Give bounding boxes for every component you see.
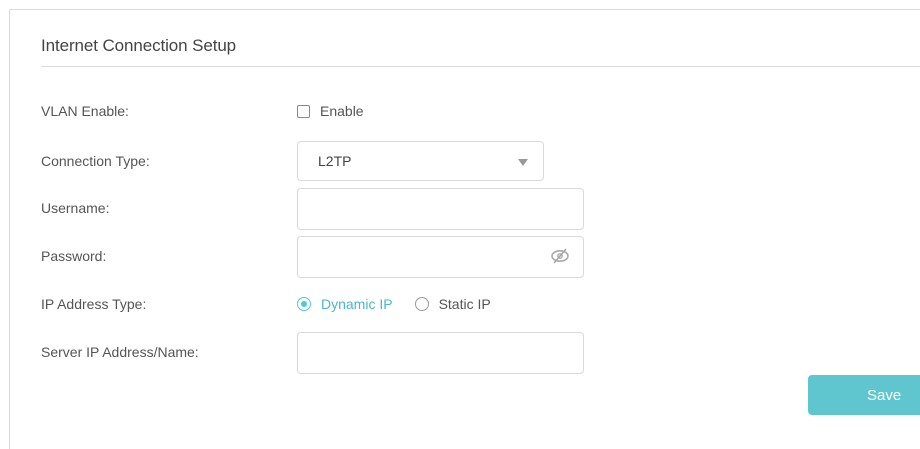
password-input[interactable] (297, 236, 584, 278)
connection-type-value: L2TP (318, 153, 352, 169)
ip-address-type-label: IP Address Type: (41, 296, 147, 312)
chevron-down-icon (518, 159, 528, 166)
server-address-label: Server IP Address/Name: (41, 344, 199, 360)
eye-slash-icon[interactable] (550, 248, 570, 264)
dynamic-ip-radio[interactable] (297, 297, 311, 311)
static-ip-label[interactable]: Static IP (439, 296, 491, 312)
section-title: Internet Connection Setup (41, 36, 237, 55)
vlan-enable-checkbox[interactable] (297, 104, 310, 118)
title-divider (41, 66, 920, 67)
save-button[interactable]: Save (808, 375, 920, 415)
connection-type-select[interactable]: L2TP (297, 141, 544, 181)
dynamic-ip-label[interactable]: Dynamic IP (321, 296, 393, 312)
static-ip-radio[interactable] (414, 297, 429, 311)
password-label: Password: (41, 248, 107, 264)
ip-address-type-radio-group: Dynamic IP Static IP (297, 296, 491, 312)
vlan-enable-checkbox-label[interactable]: Enable (320, 103, 364, 119)
vlan-enable-label: VLAN Enable: (41, 103, 129, 119)
username-label: Username: (41, 200, 110, 216)
vlan-enable-checkbox-row[interactable]: Enable (297, 103, 364, 119)
connection-type-label: Connection Type: (41, 153, 150, 169)
username-input[interactable] (297, 188, 584, 230)
server-address-input[interactable] (297, 332, 584, 374)
